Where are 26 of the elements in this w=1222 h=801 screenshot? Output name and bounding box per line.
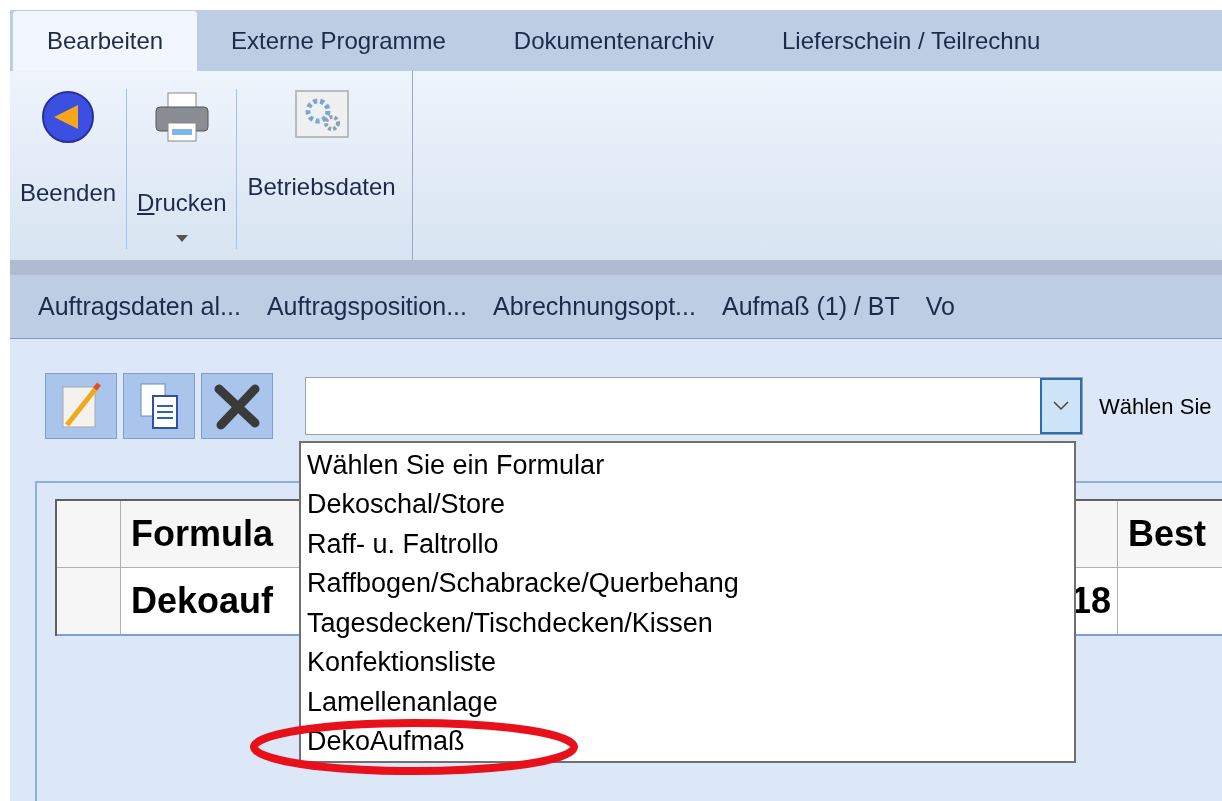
dropdown-option[interactable]: Konfektionsliste (307, 642, 497, 683)
dropdown-option[interactable]: Raff- u. Faltrollo (307, 523, 499, 564)
ribbon-button[interactable]: Betriebsdaten (237, 88, 406, 249)
hint-text: Wählen Sie (1099, 392, 1212, 421)
caret-icon (175, 234, 188, 243)
ribbon-button[interactable]: Drucken (127, 88, 237, 249)
dropdown-arrow-button[interactable] (1040, 378, 1082, 434)
ribbon-tab[interactable]: Dokumentenarchiv (479, 10, 748, 71)
dropdown-option[interactable]: Lamellenanlage (307, 681, 498, 722)
dropdown-option[interactable]: Wählen Sie ein Formular (307, 444, 605, 485)
ribbon-tab[interactable]: Externe Programme (197, 10, 480, 71)
copy-pages-icon[interactable] (123, 373, 195, 439)
x-icon[interactable] (201, 373, 273, 439)
form-combobox[interactable] (305, 377, 1083, 435)
ribbon-button[interactable]: Beenden (10, 88, 127, 249)
chevron-down-icon (1053, 401, 1069, 411)
column-header: Best (1127, 512, 1208, 556)
ribbon-tab[interactable]: Bearbeiten (13, 10, 198, 71)
page-tab[interactable]: Auftragsdaten al... (30, 287, 249, 326)
pencil-page-icon[interactable] (45, 373, 117, 439)
page-tab[interactable]: Aufmaß (1) / BT (713, 287, 908, 326)
ribbon-tab[interactable]: Lieferschein / Teilrechnu (747, 10, 1075, 71)
page-tab[interactable]: Vo (917, 287, 963, 326)
gears-icon (293, 88, 350, 139)
page-tab[interactable]: Auftragsposition... (258, 287, 476, 326)
page-tab[interactable]: Abrechnungsopt... (485, 287, 704, 326)
